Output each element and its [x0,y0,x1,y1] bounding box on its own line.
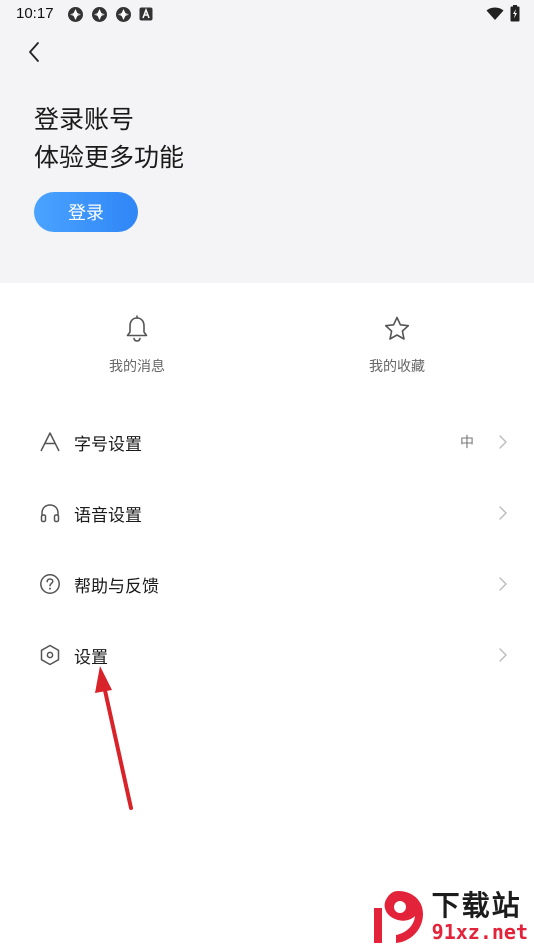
back-button[interactable] [20,38,48,66]
menu-voice-settings[interactable]: 语音设置 [0,486,534,540]
notification-icons [67,6,153,23]
watermark-logo-icon [373,891,423,943]
status-time: 10:17 [16,5,54,22]
watermark-url: 91xz.net [431,920,528,944]
bell-icon [126,315,148,342]
help-circle-icon [38,572,62,596]
app-notification-icon [68,7,83,22]
headline-line-2: 体验更多功能 [34,143,185,172]
headphones-icon [38,501,62,525]
system-status-icons [486,5,520,22]
watermark-title: 下载站 [431,889,522,922]
help-feedback-label: 帮助与反馈 [74,576,159,597]
app-notification-icon [92,7,107,22]
battery-charging-icon [510,5,520,22]
font-size-icon [38,430,62,454]
star-icon [384,316,410,340]
voice-settings-label: 语音设置 [74,505,142,526]
menu-font-size[interactable]: 字号设置 中 [0,415,534,469]
a-badge-icon [139,7,153,21]
status-bar: 10:17 [0,0,534,28]
chevron-right-icon [499,648,507,662]
font-size-value: 中 [460,435,474,451]
my-messages-label: 我的消息 [109,359,165,375]
chevron-right-icon [499,435,507,449]
chevron-left-icon [29,42,39,62]
my-favorites-label: 我的收藏 [369,359,425,375]
my-favorites-entry[interactable]: 我的收藏 [327,314,467,376]
login-headline: 登录账号 体验更多功能 [34,101,184,177]
watermark: 下载站 91xz.net [368,888,528,946]
app-notification-icon [116,7,131,22]
chevron-right-icon [499,577,507,591]
login-button[interactable]: 登录 [34,192,138,232]
menu-help-feedback[interactable]: 帮助与反馈 [0,557,534,611]
settings-label: 设置 [74,647,108,668]
hexagon-settings-icon [38,643,62,667]
font-size-label: 字号设置 [74,434,142,455]
wifi-icon [486,7,504,20]
menu-settings[interactable]: 设置 [0,628,534,682]
headline-line-1: 登录账号 [34,105,135,134]
chevron-right-icon [499,506,507,520]
my-messages-entry[interactable]: 我的消息 [67,314,207,376]
